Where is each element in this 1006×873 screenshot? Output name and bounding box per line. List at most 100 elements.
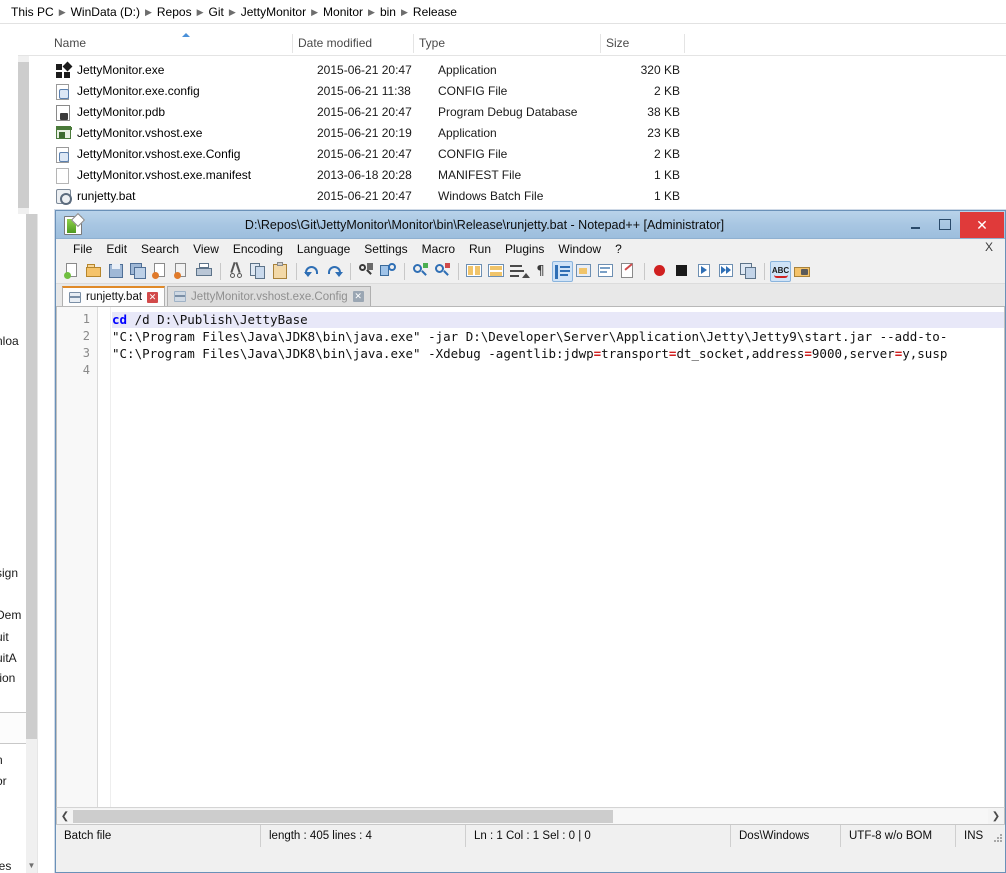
file-row[interactable]: JettyMonitor.vshost.exe.manifest 2013-06-… <box>40 165 1006 186</box>
tab-close-icon[interactable]: ✕ <box>147 291 159 303</box>
menu-item-window[interactable]: Window <box>551 242 608 256</box>
file-name: JettyMonitor.vshost.exe <box>77 126 203 140</box>
horizontal-scroll-thumb[interactable] <box>73 809 613 823</box>
menu-item-run[interactable]: Run <box>462 242 498 256</box>
breadcrumb-item-this-pc[interactable]: This PC <box>8 5 57 19</box>
record-macro-icon[interactable] <box>650 261 671 282</box>
zoom-out-icon[interactable] <box>432 261 453 282</box>
file-row[interactable]: JettyMonitor.exe.config 2015-06-21 11:38 C… <box>40 81 1006 102</box>
chevron-down-icon[interactable]: ▼ <box>26 857 37 873</box>
background-window[interactable]: nloasignDemuituitAtiontonernories ▼ <box>0 214 38 873</box>
breadcrumb[interactable]: This PC ▶ WinData (D:) ▶ Repos ▶ Git ▶ JettyMoni… <box>0 0 1006 24</box>
file-row[interactable]: runjetty.bat 2015-06-21 20:47 Windows Batc… <box>40 186 1006 207</box>
titlebar[interactable]: D:\Repos\Git\JettyMonitor\Monitor\bin\Re… <box>56 211 1005 239</box>
breadcrumb-item-repos[interactable]: Repos <box>154 5 195 19</box>
menu-item-plugins[interactable]: Plugins <box>498 242 551 256</box>
status-eol-format[interactable]: Dos\Windows <box>731 824 841 847</box>
copy-icon[interactable] <box>248 261 269 282</box>
spell-check-icon[interactable]: ABC <box>770 260 791 282</box>
column-divider[interactable] <box>600 34 601 53</box>
redo-icon[interactable] <box>324 261 345 282</box>
paste-icon[interactable] <box>270 261 291 282</box>
breadcrumb-item-jettymonitor[interactable]: JettyMonitor <box>238 5 309 19</box>
file-row[interactable]: JettyMonitor.vshost.exe 2015-06-21 20:19 A… <box>40 123 1006 144</box>
code-line[interactable]: "C:\Program Files\Java\JDK8\bin\java.exe… <box>112 346 947 362</box>
scroll-left-icon[interactable]: ❮ <box>57 808 73 824</box>
replace-icon[interactable] <box>378 261 399 282</box>
find-icon[interactable] <box>356 261 377 282</box>
menu-item-language[interactable]: Language <box>290 242 357 256</box>
menu-item-edit[interactable]: Edit <box>99 242 134 256</box>
stop-recording-icon[interactable] <box>672 261 693 282</box>
menu-item-view[interactable]: View <box>186 242 226 256</box>
menu-item-settings[interactable]: Settings <box>357 242 414 256</box>
resize-grip-icon[interactable] <box>993 834 1003 844</box>
line-number: 2 <box>82 329 90 343</box>
file-list-scrollbar-thumb[interactable] <box>18 62 29 208</box>
run-macro-multiple-icon[interactable] <box>716 261 737 282</box>
breadcrumb-item-bin[interactable]: bin <box>377 5 399 19</box>
save-all-icon[interactable] <box>128 261 149 282</box>
close-document-button[interactable]: X <box>981 240 997 254</box>
open-file-icon[interactable] <box>84 261 105 282</box>
horizontal-scroll-track[interactable] <box>73 808 988 824</box>
breadcrumb-item-windata-d[interactable]: WinData (D:) <box>68 5 143 19</box>
breadcrumb-item-monitor[interactable]: Monitor <box>320 5 366 19</box>
file-row[interactable]: JettyMonitor.vshost.exe.Config 2015-06-21… <box>40 144 1006 165</box>
minimize-button[interactable] <box>900 211 930 237</box>
print-icon[interactable] <box>194 261 215 282</box>
file-row[interactable]: JettyMonitor.pdb 2015-06-21 20:47 Program … <box>40 102 1006 123</box>
save-icon[interactable] <box>106 261 127 282</box>
function-list-icon[interactable] <box>618 261 639 282</box>
column-divider[interactable] <box>413 34 414 53</box>
background-scrollbar[interactable]: ▼ <box>26 214 37 873</box>
maximize-button[interactable] <box>930 211 960 237</box>
breadcrumb-item-git[interactable]: Git <box>205 5 226 19</box>
column-header-name[interactable]: Name <box>54 36 86 50</box>
column-header-size[interactable]: Size <box>606 36 629 50</box>
run-icon[interactable] <box>792 261 813 282</box>
horizontal-scrollbar[interactable]: ❮ ❯ <box>56 807 1005 824</box>
scroll-right-icon[interactable]: ❯ <box>988 808 1004 824</box>
cut-icon[interactable] <box>226 261 247 282</box>
tab-close-icon[interactable]: ✕ <box>352 291 364 302</box>
menu-item-macro[interactable]: Macro <box>415 242 462 256</box>
zoom-in-icon[interactable] <box>410 261 431 282</box>
background-scrollbar-thumb[interactable] <box>26 214 37 739</box>
close-file-icon[interactable] <box>150 261 171 282</box>
editor-tab[interactable]: runjetty.bat ✕ <box>62 286 166 306</box>
close-button[interactable]: ✕ <box>960 212 1004 238</box>
code-line[interactable]: cd /d D:\Publish\JettyBase <box>112 312 1004 328</box>
status-encoding[interactable]: UTF-8 w/o BOM <box>841 824 956 847</box>
menu-item-search[interactable]: Search <box>134 242 186 256</box>
user-defined-language-icon[interactable] <box>574 261 595 282</box>
code-content[interactable]: cd /d D:\Publish\JettyBase "C:\Program Fi… <box>112 307 1004 807</box>
file-list-scrollbar[interactable] <box>18 56 29 214</box>
sync-horizontal-scroll-icon[interactable] <box>486 261 507 282</box>
breadcrumb-item-release[interactable]: Release <box>410 5 460 19</box>
notepadpp-window: D:\Repos\Git\JettyMonitor\Monitor\bin\Re… <box>55 210 1006 873</box>
column-header-date-modified[interactable]: Date modified <box>298 36 372 50</box>
indent-guide-icon[interactable] <box>552 260 573 282</box>
save-macro-icon[interactable] <box>738 261 759 282</box>
fold-margin[interactable] <box>98 307 111 807</box>
toolbar-separator <box>644 262 645 280</box>
word-wrap-icon[interactable] <box>508 261 530 282</box>
column-header-type[interactable]: Type <box>419 36 445 50</box>
column-divider[interactable] <box>292 34 293 53</box>
document-map-icon[interactable] <box>596 261 617 282</box>
menu-item-[interactable]: ? <box>608 242 629 256</box>
new-file-icon[interactable] <box>62 261 83 282</box>
close-all-files-icon[interactable] <box>172 261 193 282</box>
play-macro-icon[interactable] <box>694 261 715 282</box>
column-divider[interactable] <box>684 34 685 53</box>
sync-vertical-scroll-icon[interactable] <box>464 261 485 282</box>
file-row[interactable]: JettyMonitor.exe 2015-06-21 20:47 Applicat… <box>40 60 1006 81</box>
menu-item-encoding[interactable]: Encoding <box>226 242 290 256</box>
editor-tab[interactable]: JettyMonitor.vshost.exe.Config ✕ <box>167 286 371 306</box>
undo-icon[interactable] <box>302 261 323 282</box>
menu-item-file[interactable]: File <box>66 242 99 256</box>
code-line[interactable]: "C:\Program Files\Java\JDK8\bin\java.exe… <box>112 329 947 345</box>
show-all-characters-icon[interactable]: ¶ <box>530 261 551 282</box>
editor[interactable]: 1234 cd /d D:\Publish\JettyBase "C:\Progr… <box>56 307 1005 807</box>
